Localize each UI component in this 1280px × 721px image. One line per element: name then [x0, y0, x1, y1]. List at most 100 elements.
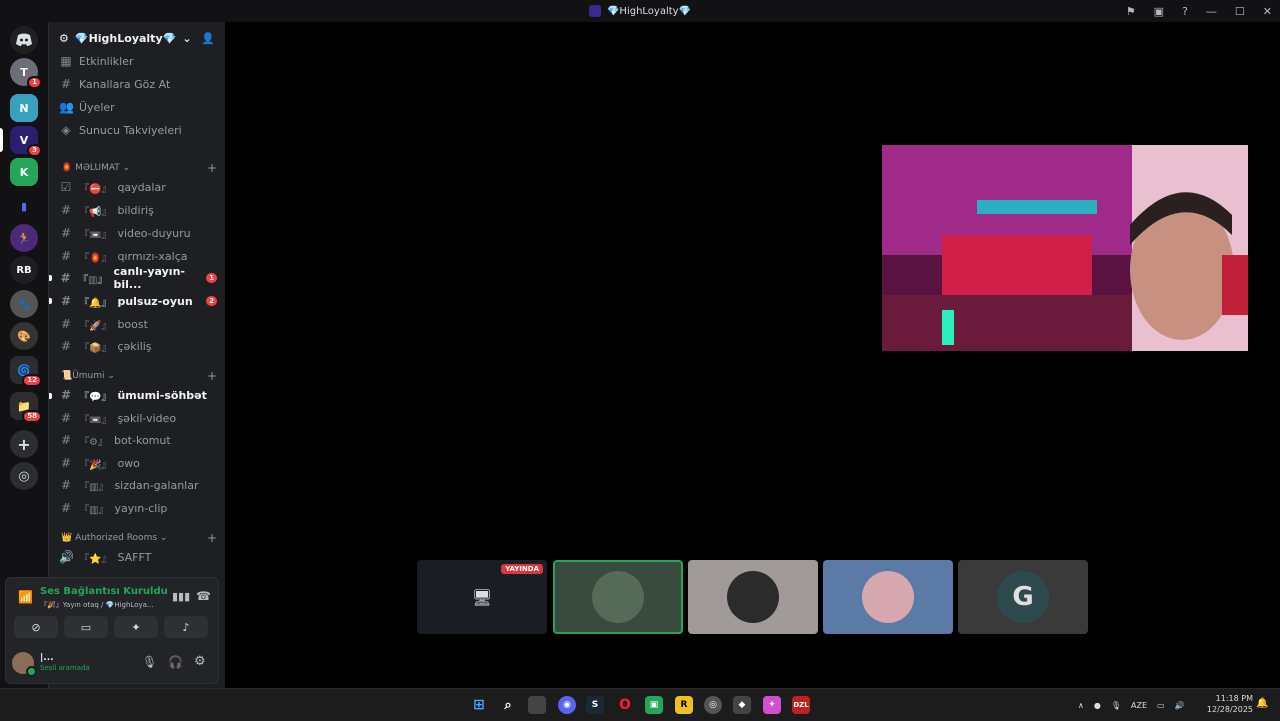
rockstar-icon[interactable]: R: [675, 696, 693, 714]
hashtag-icon: #: [60, 317, 72, 331]
channel-item[interactable]: # 『📢』 bildiriş: [59, 200, 217, 220]
channel-item[interactable]: # 『▥』 yayın-clip: [59, 498, 217, 518]
chrome-icon[interactable]: ◎: [704, 696, 722, 714]
microphone-icon[interactable]: 🎙: [1111, 701, 1121, 710]
participant-tile[interactable]: G: [958, 560, 1088, 634]
channel-item[interactable]: # 『▥』 sizdan-galanlar: [59, 475, 217, 495]
channel-item[interactable]: # 『📼』 video-duyuru: [59, 223, 217, 243]
discover-icon[interactable]: ◎: [10, 462, 38, 490]
voice-status[interactable]: Ses Bağlantısı Kuruldu: [40, 586, 168, 597]
volume-icon[interactable]: 🔊: [1175, 701, 1185, 710]
hashtag-icon: #: [60, 478, 72, 492]
camera-off-icon: ⊘: [31, 620, 41, 634]
add-user-icon[interactable]: 👤: [201, 32, 215, 45]
language-indicator[interactable]: AZE: [1131, 701, 1147, 710]
epic-icon[interactable]: ◆: [733, 696, 751, 714]
system-tray: ∧ ● 🎙 AZE ▭ 🔊: [1078, 689, 1185, 721]
opera-icon[interactable]: O: [616, 696, 634, 714]
category-umumi[interactable]: 📜Ümumi ⌄ +: [61, 368, 217, 384]
voice-channel-item[interactable]: 🔊 『⭐』 SAFFT: [59, 547, 217, 567]
screen-share-button[interactable]: ▭: [64, 616, 108, 638]
menu-members[interactable]: 👥 Üyeler: [59, 97, 217, 117]
disconnect-icon[interactable]: ☎: [196, 589, 211, 603]
participant-tile-speaking[interactable]: [553, 560, 683, 634]
minimize-button[interactable]: —: [1206, 5, 1217, 18]
add-channel-icon[interactable]: +: [207, 531, 217, 545]
channel-item[interactable]: # 『📼』 şəkil-video: [59, 408, 217, 428]
notification-bell-icon[interactable]: 🔔: [1256, 698, 1268, 709]
windows-start-icon[interactable]: ⊞: [470, 696, 488, 714]
activities-button[interactable]: ✦: [114, 616, 158, 638]
stream-tile[interactable]: 🖥 YAYINDA: [417, 560, 547, 634]
unread-count-badge: 1: [206, 273, 217, 283]
inbox-icon[interactable]: ▣: [1154, 5, 1164, 18]
task-view-icon[interactable]: [528, 696, 546, 714]
flag-icon[interactable]: ⚑: [1126, 5, 1136, 18]
server-icon-active[interactable]: V3: [10, 126, 42, 157]
headphones-icon[interactable]: 🎧: [168, 655, 183, 669]
server-icon[interactable]: 🐾: [10, 290, 38, 318]
add-server-icon[interactable]: +: [10, 430, 38, 458]
channel-item[interactable]: # 『🏮』 qırmızı-xalça: [59, 246, 217, 266]
server-folder-icon[interactable]: 🌀 12: [10, 356, 42, 387]
category-melumat[interactable]: 🏮 MƏLUMAT ⌄ +: [61, 160, 217, 176]
camera-toggle-button[interactable]: ⊘: [14, 616, 58, 638]
clock[interactable]: 11:18 PM 12/28/2025: [1205, 693, 1253, 715]
channel-item[interactable]: ☑ 『⛔』 qaydalar: [59, 177, 217, 197]
discord-taskbar-icon[interactable]: ◉: [558, 696, 576, 714]
add-channel-icon[interactable]: +: [207, 369, 217, 383]
soundboard-button[interactable]: ♪: [164, 616, 208, 638]
gear-icon[interactable]: ⚙: [194, 654, 206, 669]
microphone-icon[interactable]: 🎙: [142, 655, 157, 669]
category-authorized-rooms[interactable]: 👑 Authorized Rooms ⌄ +: [61, 530, 217, 546]
menu-events[interactable]: ▦ Etkinlikler: [59, 51, 217, 71]
server-icon[interactable]: N: [10, 94, 38, 122]
hashtag-icon: #: [60, 388, 72, 402]
participant-tile[interactable]: [823, 560, 953, 634]
noise-icon[interactable]: ▮▮▮: [172, 590, 190, 603]
browse-channels-icon: #: [60, 77, 72, 91]
steam-icon[interactable]: S: [586, 696, 604, 714]
search-icon[interactable]: ⌕: [499, 696, 517, 714]
server-folder-icon[interactable]: 📁 58: [10, 392, 42, 423]
menu-boosts[interactable]: ◈ Sunucu Takviyeleri: [59, 120, 217, 140]
server-icon[interactable]: T1: [10, 58, 42, 89]
channel-item[interactable]: # 『🚀』 boost: [59, 314, 217, 334]
screen-share-icon: ▭: [80, 620, 92, 634]
chevron-up-icon[interactable]: ∧: [1078, 701, 1084, 710]
channel-item[interactable]: # 『⚙』 bot-komut: [59, 430, 217, 450]
app-icon[interactable]: DZL: [792, 696, 810, 714]
discord-home-icon[interactable]: [10, 26, 38, 54]
server-header[interactable]: ⚙ 💎HighLoyalty💎 ⌄ 👤: [49, 22, 225, 54]
live-badge: YAYINDA: [501, 564, 543, 574]
active-app-icon[interactable]: ▣: [645, 696, 663, 714]
voice-channel-path[interactable]: 『🎉』Yayın otaq / 💎HighLoya...: [40, 600, 154, 610]
channel-item-unread[interactable]: # 『💬』 ümumi-söhbət: [59, 385, 217, 405]
signal-icon: 📶: [18, 590, 33, 604]
server-logo-icon: [588, 5, 601, 17]
maximize-button[interactable]: ☐: [1235, 5, 1245, 18]
folder-icon[interactable]: ▮: [10, 192, 38, 220]
app-tray-icon[interactable]: ●: [1094, 701, 1101, 710]
channel-item[interactable]: # 『🎉』 owo: [59, 453, 217, 473]
channel-item-unread[interactable]: # 『▥』 canlı-yayın-bil... 1: [59, 265, 217, 291]
add-channel-icon[interactable]: +: [207, 161, 217, 175]
server-icon[interactable]: K: [10, 158, 38, 186]
close-button[interactable]: ✕: [1263, 5, 1272, 18]
channel-item[interactable]: # 『📦』 çəkiliş: [59, 336, 217, 356]
network-icon[interactable]: ▭: [1157, 701, 1165, 710]
username[interactable]: |...: [40, 653, 54, 663]
server-icon[interactable]: 🎨: [10, 322, 38, 350]
help-icon[interactable]: ?: [1182, 5, 1188, 18]
server-icon[interactable]: RB: [10, 256, 38, 284]
participant-tile[interactable]: [688, 560, 818, 634]
server-icon[interactable]: 🏃: [10, 224, 38, 252]
time: 11:18 PM: [1215, 694, 1253, 703]
gear-icon[interactable]: ⚙: [59, 32, 69, 45]
webcam-stream[interactable]: [882, 145, 1248, 351]
channel-item-unread[interactable]: # 『🔔』 pulsuz-oyun 2: [59, 291, 217, 311]
app-icon[interactable]: ✦: [763, 696, 781, 714]
voice-connection-panel: 📶 Ses Bağlantısı Kuruldu 『🎉』Yayın otaq /…: [5, 577, 219, 684]
avatar: [727, 571, 779, 623]
menu-browse-channels[interactable]: # Kanallara Göz At: [59, 74, 217, 94]
